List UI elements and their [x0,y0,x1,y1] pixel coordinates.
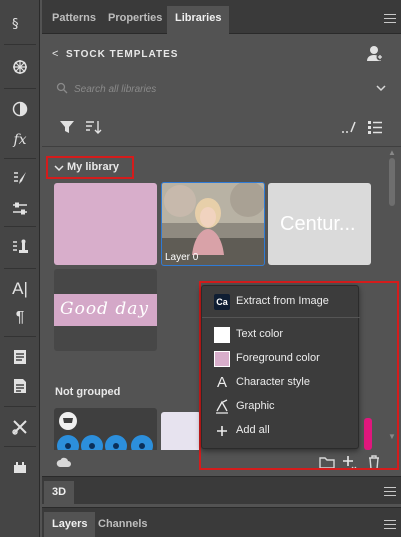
menu-item-label: Graphic [236,400,275,412]
tools-icon[interactable] [6,414,34,440]
menu-item-character-style[interactable]: A Character style [202,371,360,395]
header-divider [42,146,401,147]
panel-menu-icon[interactable] [384,487,396,496]
menu-item-label: Text color [236,328,284,340]
library-header: < STOCK TEMPLATES [42,34,401,74]
history-icon[interactable]: § [6,10,34,36]
script-preview-text: Good day [60,299,149,319]
menu-item-add-all[interactable]: Add all [202,419,360,443]
scroll-thumb[interactable] [389,158,395,206]
character-style-icon: A [216,374,227,391]
layer-label: Layer 0 [165,252,199,263]
tab-properties[interactable]: Properties [100,6,170,34]
styles-fx-icon[interactable]: fx [6,127,34,153]
collaborator-icon[interactable] [366,44,384,62]
brush-settings-icon[interactable] [6,196,34,222]
list-view-icon[interactable] [366,118,384,136]
scroll-up-icon[interactable]: ▲ [388,148,396,157]
divider [4,44,36,45]
group-not-grouped[interactable]: Not grouped [55,386,120,398]
divider [4,226,36,227]
brushes-icon[interactable] [6,166,34,192]
filter-toolbar [52,116,391,138]
text-style-asset[interactable]: Centur... [268,183,371,265]
divider [4,406,36,407]
sort-icon[interactable] [84,118,102,136]
search-input[interactable] [74,80,354,98]
annotate-icon[interactable] [340,118,358,136]
libraries-panel: Patterns Properties Libraries < STOCK TE… [42,0,401,537]
menu-item-extract[interactable]: Ca Extract from Image [202,290,360,314]
panel-menu-icon[interactable] [384,520,396,529]
filter-icon[interactable] [58,118,76,136]
chevron-down-icon[interactable] [375,82,387,94]
tab-3d[interactable]: 3D [44,481,75,505]
menu-item-label: Foreground color [236,352,320,364]
divider [4,336,36,337]
capture-icon: Ca [214,294,230,310]
add-content-menu: Ca Extract from Image Text color Foregro… [201,285,360,449]
tab-libraries[interactable]: Libraries [167,6,230,34]
menu-divider [202,317,360,318]
graphic-icon [216,399,228,414]
adjustments-icon[interactable] [6,96,34,122]
clone-source-icon[interactable] [6,234,34,260]
library-title[interactable]: STOCK TEMPLATES [66,49,178,60]
info-doc-icon[interactable] [6,373,34,399]
panel-tabbar: Patterns Properties Libraries [42,0,401,34]
panel-layers: Layers Channels [42,507,401,537]
navigator-icon[interactable] [6,54,34,80]
search-bar [52,76,391,102]
plus-icon [217,426,227,436]
divider [4,88,36,89]
menu-item-label: Add all [236,424,270,436]
divider [4,268,36,269]
search-icon [56,82,68,94]
tool-strip: § fx A| ¶ [0,0,40,537]
plugins-icon[interactable] [6,454,34,480]
cloud-icon[interactable] [56,454,72,470]
paragraph-icon[interactable]: ¶ [6,305,34,331]
highlight-my-library [46,156,134,179]
svg-text:§: § [12,17,19,32]
panel-menu-icon[interactable] [384,14,396,23]
tab-patterns[interactable]: Patterns [44,6,104,34]
photo-asset[interactable]: Layer 0 [161,182,265,266]
back-chevron-icon[interactable]: < [52,48,58,60]
white-swatch-icon [214,327,230,343]
menu-item-graphic[interactable]: Graphic [202,395,360,419]
panel-3d: 3D [42,476,401,505]
menu-item-text-color[interactable]: Text color [202,323,360,347]
century-preview-text: Centur... [280,213,356,235]
script-text-asset[interactable]: Good day [54,269,157,351]
menu-item-label: Extract from Image [236,295,329,307]
menu-item-label: Character style [236,376,310,388]
menu-item-foreground-color[interactable]: Foreground color [202,347,360,371]
pink-swatch-icon [214,351,230,367]
pink-color-asset[interactable] [54,183,157,265]
tab-layers[interactable]: Layers [44,512,96,537]
divider [4,158,36,159]
tab-channels[interactable]: Channels [90,512,156,537]
divider [4,446,36,447]
character-icon[interactable]: A| [6,276,34,302]
notes-icon[interactable] [6,344,34,370]
flowers-thumbnail [57,412,153,450]
partial-asset[interactable] [161,412,201,450]
graphic-asset[interactable] [54,408,157,450]
